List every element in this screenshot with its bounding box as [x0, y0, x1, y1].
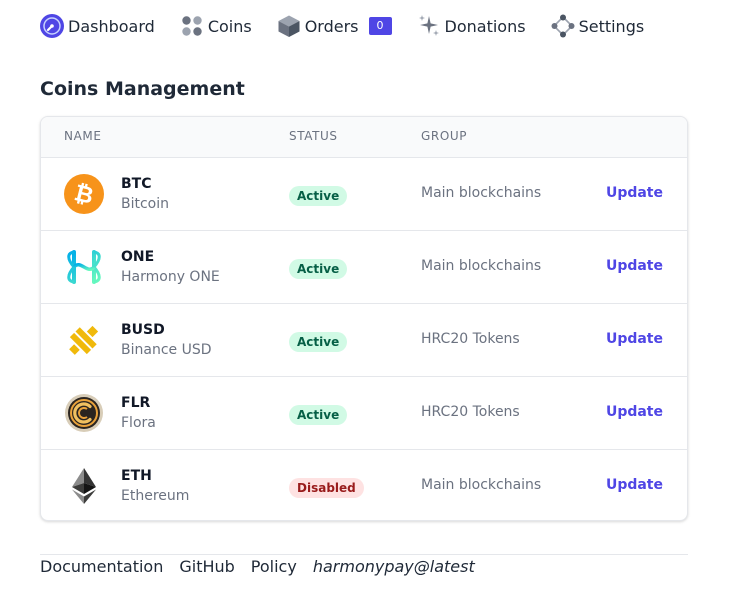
coin-name: Binance USD [121, 342, 212, 358]
coin-group: HRC20 Tokens [421, 331, 520, 347]
binance-usd-logo [64, 320, 104, 360]
nav-coins[interactable]: Coins [180, 14, 252, 38]
status-badge: Active [289, 186, 348, 206]
update-button[interactable]: Update [606, 404, 663, 420]
coins-table: Name Status Group ₿ BTC Bitcoin Active M… [40, 116, 688, 521]
nav-settings[interactable]: Settings [551, 14, 645, 38]
table-row: ETH Ethereum Disabled Main blockchains U… [41, 450, 687, 520]
sparkles-icon [417, 14, 441, 38]
footer-link-policy[interactable]: Policy [251, 557, 297, 576]
coin-group: Main blockchains [421, 477, 542, 493]
harmony-logo [64, 247, 104, 287]
coin-name: Flora [121, 415, 156, 431]
nav-donations[interactable]: Donations [417, 14, 526, 38]
nav-coins-label: Coins [207, 16, 252, 36]
coin-group: Main blockchains [421, 258, 542, 274]
table-row: FLR Flora Active HRC20 Tokens Update [41, 377, 687, 450]
coin-group: HRC20 Tokens [421, 404, 520, 420]
footer-link-documentation[interactable]: Documentation [40, 557, 163, 576]
footer-divider [40, 554, 688, 555]
nav-dashboard-label: Dashboard [68, 16, 155, 36]
column-header-group: Group [421, 129, 468, 143]
page-title: Coins Management [40, 78, 245, 100]
status-badge: Active [289, 259, 348, 279]
coin-name: Bitcoin [121, 196, 170, 212]
status-badge: Active [289, 332, 348, 352]
coin-symbol: FLR [121, 395, 151, 411]
footer: Documentation GitHub Policy harmonypay@l… [40, 557, 475, 576]
version-label: harmonypay@latest [312, 557, 475, 576]
flora-logo [64, 393, 104, 433]
orders-count-badge: 0 [368, 17, 392, 35]
table-row: ONE Harmony ONE Active Main blockchains … [41, 231, 687, 304]
update-button[interactable]: Update [606, 258, 663, 274]
coins-icon [180, 14, 204, 38]
coin-group: Main blockchains [421, 185, 542, 201]
nav-orders-label: Orders [304, 16, 359, 36]
cube-icon [277, 14, 301, 38]
ethereum-logo [64, 466, 104, 506]
update-button[interactable]: Update [606, 331, 663, 347]
top-nav: Dashboard Coins Orders 0 Donations Setti… [40, 13, 669, 39]
dashboard-icon [40, 14, 64, 38]
coin-name: Harmony ONE [121, 269, 220, 285]
nav-settings-label: Settings [578, 16, 645, 36]
coin-symbol: ETH [121, 468, 152, 484]
column-header-name: Name [64, 129, 102, 143]
bitcoin-logo: ₿ [64, 174, 104, 214]
status-badge: Active [289, 405, 348, 425]
table-row: ₿ BTC Bitcoin Active Main blockchains Up… [41, 158, 687, 231]
table-header: Name Status Group [41, 117, 687, 158]
status-badge: Disabled [289, 478, 364, 498]
nav-dashboard[interactable]: Dashboard [40, 14, 155, 38]
coin-symbol: BUSD [121, 322, 165, 338]
nodes-icon [551, 14, 575, 38]
nav-orders[interactable]: Orders 0 [277, 14, 392, 38]
coin-symbol: BTC [121, 176, 152, 192]
update-button[interactable]: Update [606, 185, 663, 201]
coin-name: Ethereum [121, 488, 190, 504]
nav-donations-label: Donations [444, 16, 526, 36]
footer-link-github[interactable]: GitHub [179, 557, 234, 576]
table-row: BUSD Binance USD Active HRC20 Tokens Upd… [41, 304, 687, 377]
coin-symbol: ONE [121, 249, 155, 265]
update-button[interactable]: Update [606, 477, 663, 493]
column-header-status: Status [289, 129, 338, 143]
